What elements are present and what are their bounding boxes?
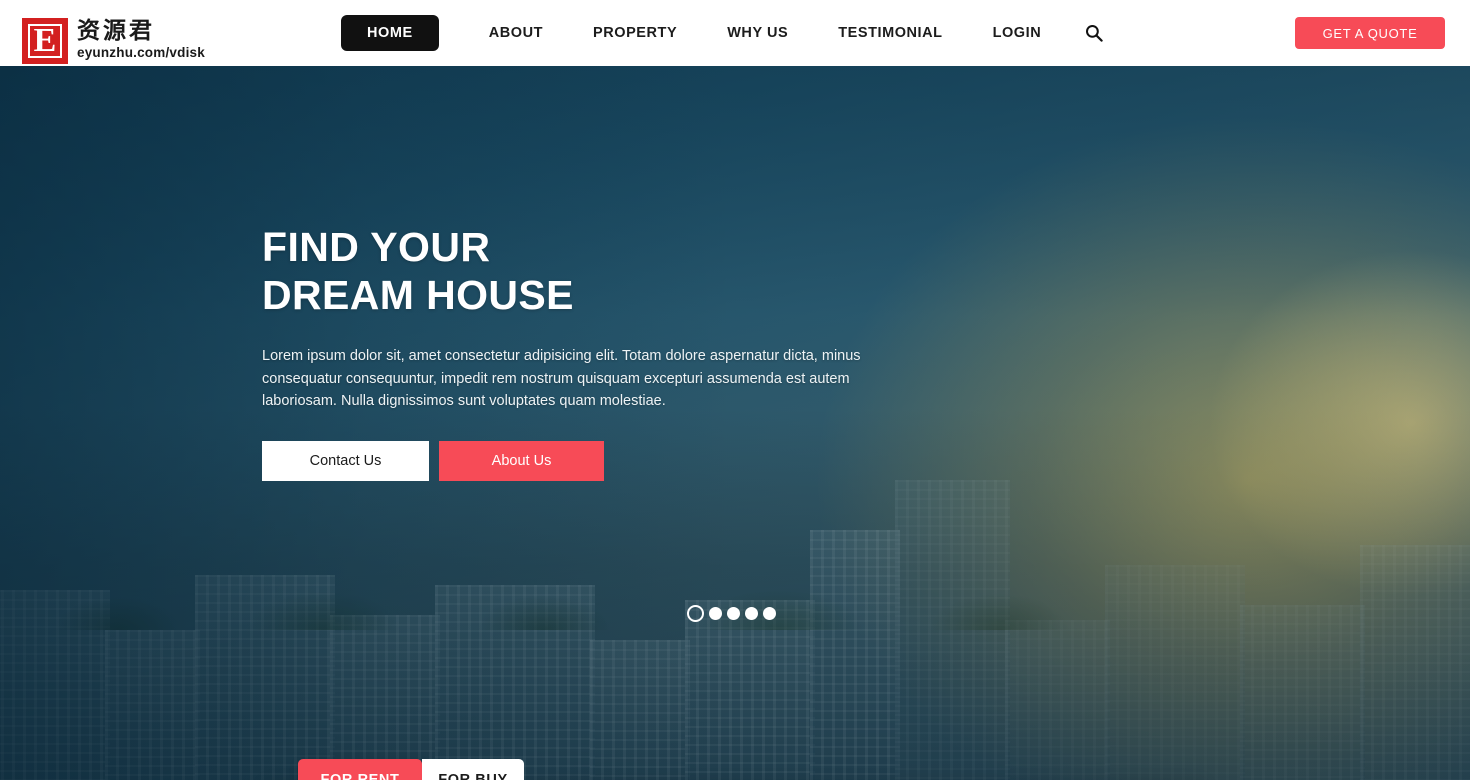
carousel-dots [687,605,776,622]
hero-title-line-2: DREAM HOUSE [262,272,574,318]
nav-item-why-us[interactable]: WHY US [727,15,788,51]
tab-for-rent[interactable]: FOR RENT [298,759,422,780]
nav-item-property[interactable]: PROPERTY [593,15,677,51]
hero-title: FIND YOUR DREAM HOUSE [262,223,902,319]
e-square-logo-icon: E [22,18,68,64]
carousel-dot-2[interactable] [709,607,722,620]
carousel-dot-4[interactable] [745,607,758,620]
nav-item-home[interactable]: HOME [341,15,439,51]
nav-item-about[interactable]: ABOUT [489,15,543,51]
carousel-dot-3[interactable] [727,607,740,620]
carousel-dot-5[interactable] [763,607,776,620]
carousel-dot-1[interactable] [687,605,704,622]
site-header: E 资源君 eyunzhu.com/vdisk HOME ABOUT PROPE… [0,0,1470,66]
tab-for-buy[interactable]: FOR BUY [422,759,524,780]
nav-item-login[interactable]: LOGIN [993,15,1042,51]
logo-letter: E [33,22,57,59]
search-icon[interactable] [1084,23,1104,43]
logo-text-block: 资源君 eyunzhu.com/vdisk [77,18,205,61]
contact-us-button[interactable]: Contact Us [262,440,429,481]
search-tabs: FOR RENT FOR BUY [298,759,524,780]
about-us-button[interactable]: About Us [439,440,604,481]
main-navigation: HOME ABOUT PROPERTY WHY US TESTIMONIAL L… [341,0,1104,66]
hero-cta-group: Contact Us About Us [262,440,902,481]
hero-paragraph: Lorem ipsum dolor sit, amet consectetur … [262,348,861,409]
hero-copy: FIND YOUR DREAM HOUSE Lorem ipsum dolor … [262,223,902,481]
logo-url: eyunzhu.com/vdisk [77,45,205,60]
get-a-quote-button[interactable]: GET A QUOTE [1295,17,1445,49]
nav-item-testimonial[interactable]: TESTIMONIAL [838,15,942,51]
site-logo[interactable]: E 资源君 eyunzhu.com/vdisk [22,18,205,66]
hero-banner: FIND YOUR DREAM HOUSE Lorem ipsum dolor … [0,66,1470,780]
logo-chinese-name: 资源君 [77,18,155,44]
hero-title-line-1: FIND YOUR [262,224,491,270]
